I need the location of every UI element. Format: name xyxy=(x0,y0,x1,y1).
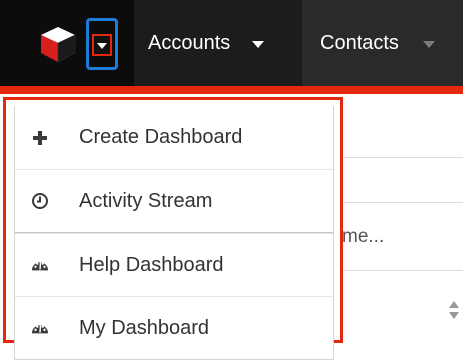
menu-item-help-dashboard[interactable]: Help Dashboard xyxy=(15,233,333,296)
background-divider xyxy=(343,202,463,203)
dashboard-gauge-icon xyxy=(31,256,49,274)
tab-accounts-label: Accounts xyxy=(148,32,230,55)
background-divider xyxy=(343,157,463,158)
plus-icon xyxy=(31,129,49,147)
tab-accounts[interactable]: Accounts xyxy=(134,0,302,86)
top-navbar: Accounts Contacts xyxy=(0,0,463,86)
dashboard-menu-list: Create Dashboard Activity Stream xyxy=(14,106,334,360)
dashboard-gauge-icon xyxy=(31,319,49,337)
dashboard-dropdown-menu: Create Dashboard Activity Stream xyxy=(3,97,343,343)
logo-menu-dropdown-toggle[interactable] xyxy=(86,18,118,70)
caret-down-icon[interactable] xyxy=(252,41,264,48)
menu-item-label: Help Dashboard xyxy=(79,254,224,277)
menu-item-label: Create Dashboard xyxy=(79,126,242,149)
nav-accent-bar xyxy=(0,86,463,94)
tab-contacts[interactable]: Contacts xyxy=(302,0,463,86)
menu-item-activity-stream[interactable]: Activity Stream xyxy=(15,169,333,232)
caret-down-icon xyxy=(97,43,107,49)
background-divider xyxy=(343,270,463,271)
sort-icon[interactable] xyxy=(448,300,460,322)
caret-down-icon[interactable] xyxy=(423,41,435,48)
tab-contacts-label: Contacts xyxy=(320,32,399,55)
logo-cube-icon[interactable] xyxy=(38,24,78,64)
menu-item-create-dashboard[interactable]: Create Dashboard xyxy=(15,106,333,169)
menu-item-label: My Dashboard xyxy=(79,317,209,340)
search-input-placeholder[interactable]: me... xyxy=(342,226,384,248)
clock-icon xyxy=(31,192,49,210)
menu-item-my-dashboard[interactable]: My Dashboard xyxy=(15,296,333,359)
logo-menu-toggle-highlight xyxy=(92,34,112,56)
menu-item-label: Activity Stream xyxy=(79,190,212,213)
